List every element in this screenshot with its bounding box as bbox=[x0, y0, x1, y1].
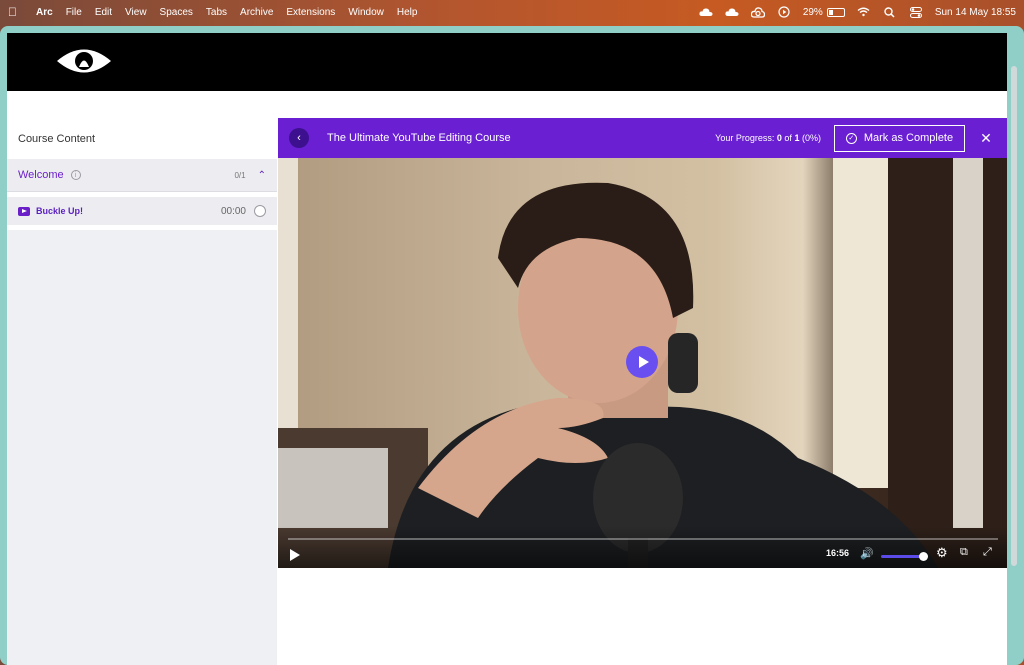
menu-file[interactable]: File bbox=[66, 7, 82, 18]
player-header: ‹ The Ultimate YouTube Editing Course Yo… bbox=[278, 118, 1007, 158]
cloud-icon[interactable] bbox=[699, 5, 713, 19]
browser-window: Course Content Welcome i 0/1 ⌃ Buckle Up… bbox=[0, 26, 1024, 665]
play-overlay-button[interactable] bbox=[626, 346, 658, 378]
battery-icon bbox=[826, 7, 845, 17]
clock[interactable]: Sun 14 May 18:55 bbox=[935, 7, 1016, 18]
progress-of: of bbox=[784, 133, 792, 143]
macos-menubar:  Arc File Edit View Spaces Tabs Archive… bbox=[0, 0, 1024, 24]
chevron-up-icon[interactable]: ⌃ bbox=[258, 170, 266, 181]
back-button[interactable]: ‹ bbox=[289, 128, 309, 148]
progress-done: 0 bbox=[776, 133, 782, 143]
progress-text: Your Progress: 0 of 1 (0%) bbox=[715, 133, 821, 143]
lesson-complete-checkbox[interactable] bbox=[254, 205, 266, 217]
section-count: 0/1 bbox=[234, 170, 246, 180]
site-header bbox=[7, 33, 1007, 91]
lesson-list: Buckle Up! 00:00 bbox=[7, 192, 277, 230]
scrollbar[interactable] bbox=[1011, 66, 1017, 566]
lesson-title: Buckle Up! bbox=[36, 206, 84, 216]
volume-knob[interactable] bbox=[919, 552, 929, 561]
web-page: Course Content Welcome i 0/1 ⌃ Buckle Up… bbox=[7, 33, 1007, 665]
lesson-duration: 00:00 bbox=[220, 205, 246, 217]
volume-slider[interactable] bbox=[881, 555, 924, 558]
menu-edit[interactable]: Edit bbox=[95, 7, 112, 18]
progress-label: Your Progress: bbox=[715, 133, 775, 143]
course-content-heading: Course Content bbox=[7, 119, 277, 159]
menu-tabs[interactable]: Tabs bbox=[206, 7, 227, 18]
progress-total: 1 bbox=[794, 133, 800, 143]
cloud-icon[interactable] bbox=[725, 5, 739, 19]
close-icon[interactable]: ✕ bbox=[965, 130, 1007, 147]
video-player[interactable]: 16:56 🔊 ⚙ ⧉ ⤢ bbox=[278, 158, 1007, 568]
menu-archive[interactable]: Archive bbox=[240, 7, 273, 18]
video-icon bbox=[18, 206, 30, 216]
menu-view[interactable]: View bbox=[125, 7, 147, 18]
control-center-icon[interactable] bbox=[909, 5, 923, 19]
course-title: The Ultimate YouTube Editing Course bbox=[327, 132, 511, 144]
video-controls: 16:56 🔊 ⚙ ⧉ ⤢ bbox=[278, 526, 1007, 568]
fullscreen-icon[interactable]: ⤢ bbox=[983, 546, 992, 559]
lesson-item[interactable]: Buckle Up! 00:00 bbox=[7, 197, 277, 225]
pip-icon[interactable]: ⧉ bbox=[960, 546, 968, 559]
menu-extensions[interactable]: Extensions bbox=[286, 7, 335, 18]
menu-help[interactable]: Help bbox=[397, 7, 418, 18]
menu-arc[interactable]: Arc bbox=[36, 7, 53, 18]
video-duration: 16:56 bbox=[826, 548, 850, 558]
play-icon[interactable] bbox=[290, 549, 300, 561]
eye-logo-icon[interactable] bbox=[55, 46, 113, 76]
battery-percent: 29% bbox=[802, 6, 823, 18]
section-welcome[interactable]: Welcome i 0/1 ⌃ bbox=[7, 159, 277, 192]
battery-status[interactable]: 29% bbox=[803, 7, 845, 18]
gear-icon[interactable]: ⚙ bbox=[936, 545, 948, 561]
check-circle-icon: ✓ bbox=[845, 132, 857, 144]
section-title: Welcome bbox=[18, 169, 64, 181]
progress-percent: (0%) bbox=[801, 133, 821, 143]
info-icon[interactable]: i bbox=[70, 170, 81, 180]
menu-window[interactable]: Window bbox=[348, 7, 384, 18]
mark-complete-button[interactable]: ✓ Mark as Complete bbox=[834, 124, 965, 152]
course-sidebar: Course Content Welcome i 0/1 ⌃ Buckle Up… bbox=[7, 119, 277, 665]
search-icon[interactable] bbox=[883, 5, 897, 19]
seek-bar[interactable] bbox=[288, 538, 998, 540]
play-circle-icon[interactable] bbox=[777, 5, 791, 19]
creative-cloud-icon[interactable] bbox=[750, 5, 765, 19]
apple-menu-icon[interactable]:  bbox=[8, 5, 26, 19]
mark-complete-label: Mark as Complete bbox=[863, 132, 954, 144]
volume-icon[interactable]: 🔊 bbox=[860, 547, 874, 560]
wifi-icon[interactable] bbox=[857, 5, 871, 19]
menu-spaces[interactable]: Spaces bbox=[160, 7, 193, 18]
